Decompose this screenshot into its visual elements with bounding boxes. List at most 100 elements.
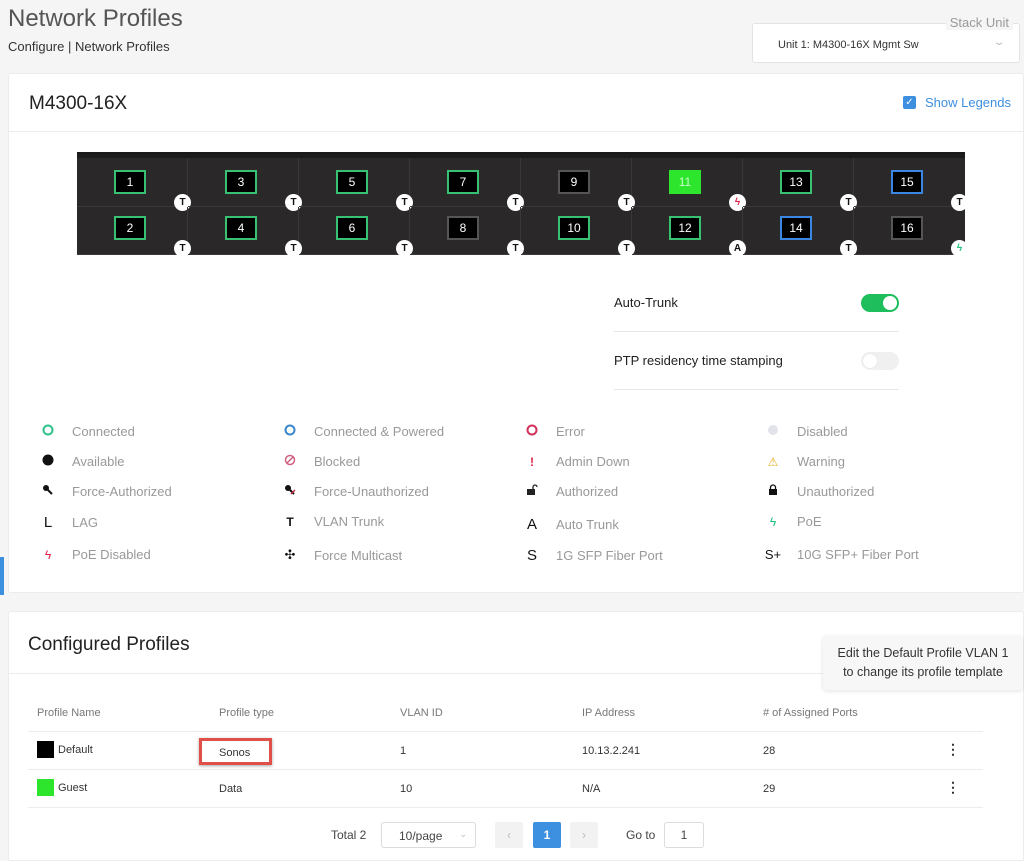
port-8[interactable]: 8T bbox=[447, 215, 524, 255]
port-10[interactable]: 10 T bbox=[558, 215, 635, 255]
column-header[interactable]: VLAN ID bbox=[400, 707, 443, 719]
port-12[interactable]: 12 A bbox=[669, 215, 746, 255]
column-header[interactable]: Profile Name bbox=[37, 707, 101, 719]
legend-sfp-1g: S 1G SFP Fiber Port bbox=[523, 547, 663, 564]
more-options-icon[interactable]: ⋮ bbox=[946, 742, 960, 756]
legend-connected: Connected bbox=[39, 424, 135, 439]
port-2[interactable]: 2T bbox=[114, 215, 191, 255]
legend-vlan-trunk: T VLAN Trunk bbox=[281, 514, 384, 529]
legend-poe-disabled: ϟ PoE Disabled bbox=[39, 547, 151, 562]
legend-disabled: Disabled bbox=[764, 424, 848, 439]
show-legends-checkbox[interactable]: ✓ Show Legends bbox=[902, 95, 1011, 110]
ptp-toggle[interactable] bbox=[861, 352, 899, 370]
port-number: 6 bbox=[348, 220, 356, 235]
port-16[interactable]: 16 ϟ bbox=[891, 215, 965, 255]
port-number: 3 bbox=[237, 175, 245, 189]
port-cell: 12 A bbox=[632, 206, 746, 255]
goto-page-input[interactable] bbox=[664, 822, 704, 848]
prev-page-button[interactable]: ‹ bbox=[495, 822, 523, 848]
legend-available: Available bbox=[39, 454, 125, 469]
lightning-green-icon: ϟ bbox=[769, 514, 777, 529]
more-options-icon[interactable]: ⋮ bbox=[946, 780, 960, 794]
port-6[interactable]: 6T bbox=[336, 215, 413, 255]
port-number: 2 bbox=[126, 220, 134, 235]
next-page-button[interactable]: › bbox=[570, 822, 598, 848]
legend-sfp-10g: S+ 10G SFP+ Fiber Port bbox=[764, 547, 919, 562]
profile-type: Data bbox=[219, 783, 243, 795]
port-9[interactable]: 9T bbox=[558, 170, 635, 211]
auto-trunk-icon: A bbox=[526, 516, 537, 533]
table-row[interactable]: Default Sonos 1 10.13.2.241 28 ⋮ bbox=[28, 732, 983, 770]
circle-filled-gray-icon bbox=[764, 424, 782, 439]
port-15[interactable]: 15 T bbox=[891, 170, 965, 211]
legend-error: Error bbox=[523, 424, 585, 439]
port-7[interactable]: 7T bbox=[447, 170, 524, 211]
column-header[interactable]: # of Assigned Ports bbox=[763, 707, 858, 719]
auto-trunk-toggle[interactable] bbox=[861, 294, 899, 312]
table-row[interactable]: Guest Data 10 N/A 29 ⋮ bbox=[28, 770, 983, 808]
ptp-label: PTP residency time stamping bbox=[614, 353, 783, 368]
circle-filled-black-icon bbox=[39, 454, 57, 469]
highlight-box: Sonos bbox=[199, 738, 272, 765]
chevron-down-icon: ⌄ bbox=[992, 37, 1006, 48]
port-11[interactable]: 11 ϟ bbox=[669, 170, 746, 211]
port-5[interactable]: 5T bbox=[336, 170, 413, 211]
port-cell: 2T bbox=[77, 206, 191, 255]
key-icon bbox=[39, 484, 57, 499]
stack-unit-select[interactable]: Stack Unit Unit 1: M4300-16X Mgmt Sw ⌄ bbox=[752, 15, 1020, 63]
port-number: 7 bbox=[459, 175, 467, 189]
profile-name-cell: Guest bbox=[37, 779, 87, 796]
profile-type: Sonos bbox=[219, 747, 251, 759]
lag-icon: L bbox=[43, 514, 53, 531]
page-title: Network Profiles bbox=[8, 5, 183, 32]
chevron-down-icon: ⌄ bbox=[459, 829, 467, 839]
port-cell: 9T bbox=[521, 158, 635, 211]
port-4[interactable]: 4T bbox=[225, 215, 302, 255]
port-cell: 16 ϟ bbox=[854, 207, 965, 255]
column-header[interactable]: IP Address bbox=[582, 707, 635, 719]
auto-trunk-row: Auto-Trunk bbox=[614, 274, 899, 332]
vlan-id: 1 bbox=[400, 745, 407, 757]
legend-admin-down: ! Admin Down bbox=[523, 454, 630, 469]
blocked-icon bbox=[281, 454, 299, 469]
port-number: 12 bbox=[678, 220, 692, 235]
assigned-ports: 29 bbox=[763, 783, 776, 795]
port-1[interactable]: 1T bbox=[114, 170, 191, 211]
ip-address: N/A bbox=[582, 783, 601, 795]
device-card-header: M4300-16X ✓ Show Legends bbox=[9, 74, 1023, 132]
toggle-knob bbox=[883, 296, 897, 310]
port-13[interactable]: 13 T bbox=[780, 170, 857, 211]
port-cell: 3T bbox=[188, 158, 302, 211]
port-cell: 7T bbox=[410, 158, 524, 211]
stack-unit-label: Stack Unit bbox=[945, 15, 1013, 30]
page-1-button[interactable]: 1 bbox=[533, 822, 561, 848]
column-header[interactable]: Profile type bbox=[219, 707, 274, 719]
port-cell: 4T bbox=[188, 206, 302, 255]
port-3[interactable]: 3T bbox=[225, 170, 302, 211]
vlan-trunk-icon: T bbox=[286, 514, 294, 529]
legend-connected-powered: Connected & Powered bbox=[281, 424, 444, 439]
page-size-select[interactable]: 10/page ⌄ bbox=[381, 822, 476, 848]
goto-label: Go to bbox=[626, 828, 656, 842]
unlock-icon bbox=[523, 484, 541, 499]
key-x-icon bbox=[281, 484, 299, 499]
checkbox-checked-icon: ✓ bbox=[902, 96, 916, 109]
port-number: 15 bbox=[900, 175, 914, 189]
vlan-id: 10 bbox=[400, 783, 413, 795]
port-number: 13 bbox=[789, 175, 803, 189]
port-number: 5 bbox=[348, 175, 356, 189]
sfp-icon: S bbox=[526, 547, 537, 564]
side-scroll-indicator[interactable] bbox=[0, 557, 4, 595]
port-cell: 1T bbox=[77, 158, 191, 211]
tooltip: Edit the Default Profile VLAN 1 to chang… bbox=[823, 636, 1023, 690]
auto-trunk-label: Auto-Trunk bbox=[614, 295, 678, 310]
legend-warning: ⚠ Warning bbox=[764, 454, 845, 469]
legend-force-unauthorized: Force-Unauthorized bbox=[281, 484, 429, 499]
ip-address: 10.13.2.241 bbox=[582, 745, 641, 757]
device-model: M4300-16X bbox=[29, 93, 128, 114]
show-legends-label: Show Legends bbox=[924, 95, 1011, 110]
port-number: 4 bbox=[237, 220, 245, 235]
port-14[interactable]: 14 T bbox=[780, 215, 857, 255]
port-number: 16 bbox=[900, 220, 914, 235]
profiles-title: Configured Profiles bbox=[28, 634, 190, 655]
